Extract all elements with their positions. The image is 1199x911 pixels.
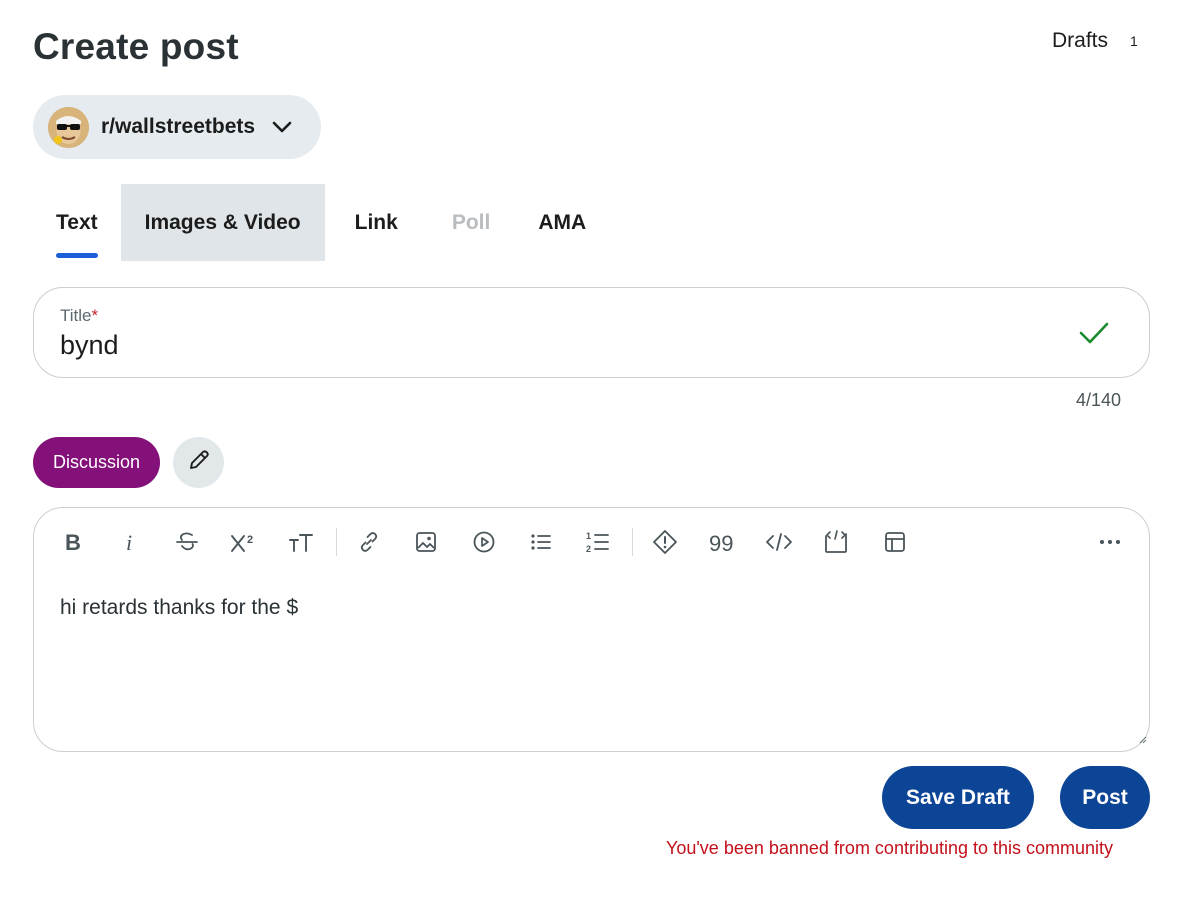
numbered-list-icon[interactable]: 12 xyxy=(580,526,616,558)
drafts-label: Drafts xyxy=(1052,29,1109,52)
tab-ama[interactable]: AMA xyxy=(514,184,610,261)
drafts-count-badge: 1 xyxy=(1130,33,1138,49)
title-label: Title* xyxy=(60,306,98,326)
post-button[interactable]: Post xyxy=(1060,766,1150,829)
chevron-down-icon xyxy=(271,120,293,134)
table-icon[interactable] xyxy=(877,526,913,558)
svg-text:99: 99 xyxy=(709,531,733,554)
check-icon xyxy=(1077,316,1111,355)
toolbar-divider xyxy=(336,528,337,556)
community-avatar xyxy=(48,106,89,148)
flair-button[interactable]: Discussion xyxy=(33,437,160,488)
bold-icon[interactable]: B xyxy=(55,526,91,558)
title-char-counter: 4/140 xyxy=(1076,390,1122,410)
svg-text:2: 2 xyxy=(586,544,591,554)
italic-icon[interactable]: i xyxy=(112,526,148,558)
spoiler-icon[interactable] xyxy=(647,526,683,558)
post-type-tabs: Text Images & Video Link Poll AMA xyxy=(33,184,610,261)
tab-label: Images & Video xyxy=(144,210,301,234)
tab-link[interactable]: Link xyxy=(325,184,428,261)
more-options-icon[interactable] xyxy=(1092,526,1128,558)
svg-text:2: 2 xyxy=(247,534,253,546)
body-textarea[interactable]: hi retards thanks for the $ xyxy=(60,596,298,620)
community-selector[interactable]: r/wallstreetbets xyxy=(33,95,321,159)
tab-label: Link xyxy=(354,210,398,234)
svg-text:B: B xyxy=(65,531,81,553)
link-icon[interactable] xyxy=(351,526,387,558)
tab-label: Poll xyxy=(451,210,491,234)
pencil-icon xyxy=(187,448,211,477)
tab-label: AMA xyxy=(538,210,587,234)
tab-text[interactable]: Text xyxy=(33,184,121,261)
quote-icon[interactable]: 99 xyxy=(704,526,740,558)
title-input[interactable]: bynd xyxy=(60,330,119,361)
save-draft-button[interactable]: Save Draft xyxy=(882,766,1034,829)
toolbar-divider xyxy=(632,528,633,556)
code-icon[interactable] xyxy=(761,526,797,558)
code-block-icon[interactable] xyxy=(818,526,854,558)
bullet-list-icon[interactable] xyxy=(523,526,559,558)
image-icon[interactable] xyxy=(408,526,444,558)
required-mark: * xyxy=(91,306,99,325)
svg-text:1: 1 xyxy=(586,531,591,541)
tab-label: Text xyxy=(56,210,98,234)
edit-flair-button[interactable] xyxy=(173,437,224,488)
video-icon[interactable] xyxy=(466,526,502,558)
community-name: r/wallstreetbets xyxy=(101,115,256,138)
page-title: Create post xyxy=(33,26,239,67)
body-editor[interactable]: B i 2 12 99 hi retards thanks for the $ xyxy=(33,507,1150,752)
drafts-button[interactable]: Drafts 1 xyxy=(1052,29,1138,53)
strikethrough-icon[interactable] xyxy=(169,526,205,558)
superscript-icon[interactable]: 2 xyxy=(226,526,262,558)
svg-text:i: i xyxy=(126,531,132,553)
tab-images-video[interactable]: Images & Video xyxy=(120,184,325,261)
ban-error-message: You've been banned from contributing to … xyxy=(666,838,1114,858)
title-field[interactable]: Title* bynd xyxy=(33,287,1150,378)
title-label-text: Title xyxy=(60,306,92,325)
resize-handle-icon[interactable] xyxy=(1137,731,1147,749)
heading-icon[interactable] xyxy=(284,526,320,558)
tab-poll: Poll xyxy=(428,184,515,261)
